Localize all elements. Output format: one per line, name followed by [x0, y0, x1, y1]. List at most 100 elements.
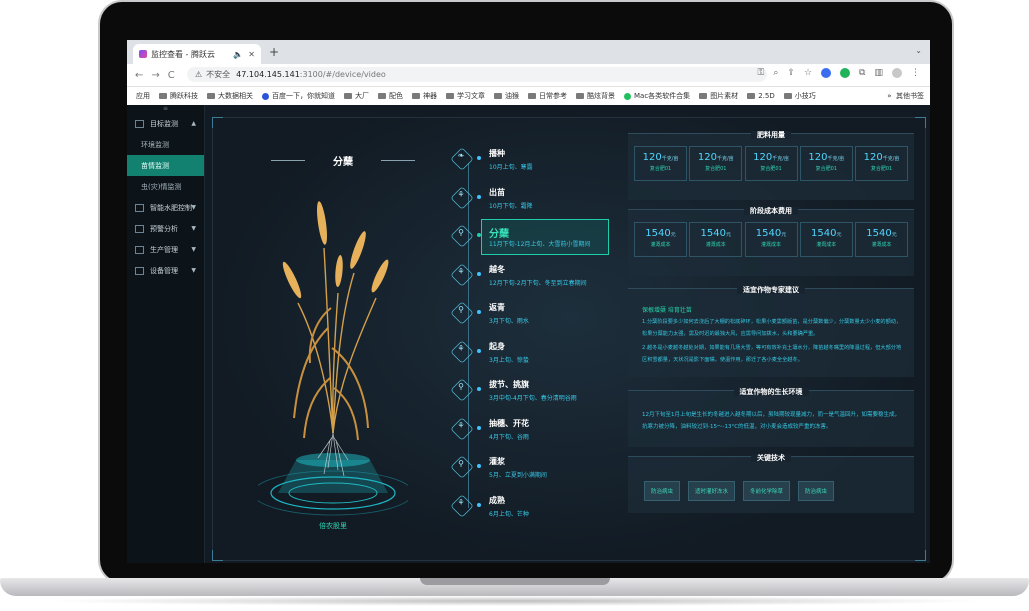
menu-icon[interactable]: ⋮: [911, 68, 920, 78]
browser-tab[interactable]: 监控查看 - 腾跃云 🔈 ✕: [133, 44, 261, 64]
plant-stage-icon: ⚲: [458, 305, 464, 314]
wechat-icon: [624, 92, 631, 100]
bookmark-label: 日常参考: [539, 92, 567, 100]
timeline-stage[interactable]: ⚘ 抽穗、开花 4月下旬、谷雨: [450, 416, 631, 448]
other-bookmarks: 其他书签: [896, 92, 924, 100]
tech-tag[interactable]: 防治病虫: [644, 481, 681, 501]
cost-card-label: 灌溉成本: [816, 242, 837, 248]
fertilizer-card-value: 120: [697, 152, 717, 163]
sidebar-item-seedling[interactable]: 苗情监测: [127, 155, 204, 176]
timeline-stage[interactable]: ⚲ 返青 3月下旬、雨水: [450, 301, 631, 332]
tech-tag[interactable]: 防治病虫: [798, 481, 835, 501]
sidepanel-icon[interactable]: ▥: [874, 68, 883, 78]
new-tab-button[interactable]: +: [269, 45, 279, 59]
production-icon: [135, 245, 144, 254]
timeline-stage[interactable]: ⚘ 起身 3月上旬、惊蛰: [450, 339, 631, 371]
environment-title: 适宜作物的生长环境: [733, 388, 809, 396]
sidebar-group-warning[interactable]: 预警分析 ▼: [127, 218, 204, 239]
bookmark-item[interactable]: 应用: [127, 91, 150, 112]
bookmark-item[interactable]: 大厂: [344, 91, 369, 101]
bookmark-item[interactable]: Mac各类软件合集: [624, 91, 690, 101]
url-path: :3100/#/device/video: [299, 70, 386, 79]
fertilizer-cards: 120千克/亩 复合肥01 120千克/亩 复合肥01 120千克/亩 复合肥01 120千…: [628, 140, 914, 181]
bookmark-item[interactable]: 油猴: [494, 91, 519, 101]
speaker-icon[interactable]: 🔈: [233, 50, 243, 59]
sidebar-group-device[interactable]: 设备管理 ▼: [127, 260, 204, 281]
bookmarks-overflow[interactable]: » 其他书签: [887, 91, 924, 101]
timeline-stage[interactable]: ⚘ 成熟 6月上旬、芒种: [450, 493, 631, 525]
environment-panel: 适宜作物的生长环境 12月下旬至1月上旬是生长的冬越进入越冬期以后，虽陆期较现量…: [628, 388, 914, 447]
tech-tag[interactable]: 适时灌好冻水: [688, 481, 736, 501]
plant-stage-icon: ⚘: [457, 189, 465, 199]
bookmark-item[interactable]: 小技巧: [783, 91, 816, 101]
bookmark-item[interactable]: 神器: [412, 91, 437, 101]
fertilizer-card-unit: 千克/亩: [772, 156, 789, 162]
bookmark-item[interactable]: 大数据相关: [207, 91, 253, 101]
cost-card-unit: 元: [725, 232, 731, 238]
bookmark-item[interactable]: 日常参考: [528, 91, 567, 101]
stage-description: 10月下旬、霜降: [489, 202, 533, 210]
timeline-stage[interactable]: ❧ 播种 10月上旬、寒露: [450, 147, 631, 178]
timeline-stage[interactable]: ⚲ 分蘖 11月下旬-12月上旬、大雪前小雪期间: [450, 219, 631, 255]
bookmark-item[interactable]: 图片素材: [699, 91, 738, 101]
timeline-dot: [477, 156, 481, 160]
crop-stage-title: 分蘖: [271, 153, 415, 168]
sidebar-group-production[interactable]: 生产管理 ▼: [127, 239, 204, 260]
cost-card-unit: 元: [836, 232, 842, 238]
bookmark-item[interactable]: 腾跃科技: [159, 91, 198, 101]
wechat-icon[interactable]: [840, 68, 851, 78]
key-icon[interactable]: ⚿: [758, 68, 765, 78]
url-input[interactable]: ⚠ 不安全 47.104.145.141 :3100/#/device/vide…: [187, 67, 767, 82]
tech-tag[interactable]: 冬前化学除草: [743, 481, 791, 501]
stage-description: 3月中旬-4月下旬、春分清明谷雨: [489, 395, 577, 402]
reload-button[interactable]: C: [168, 70, 175, 81]
plant-stage-icon: ❧: [457, 151, 465, 160]
chevron-down-icon: ▼: [191, 246, 196, 253]
timeline-stage[interactable]: ⚲ 拔节、挑旗 3月中旬-4月下旬、春分清明谷雨: [450, 378, 631, 409]
tech-tags: 防治病虫 适时灌好冻水 冬前化学除草 防治病虫: [628, 463, 914, 501]
bookmark-label: Mac各类软件合集: [634, 92, 691, 100]
bookmarks-bar: 应用 腾跃科技 大数据相关 百度一下，你就知道 大厂 配色 神器 学习文章 油猴 日常参考 酷炫背景…: [127, 87, 930, 112]
timeline-stage[interactable]: ⚲ 灌浆 5月、立夏到小满期间: [450, 455, 631, 486]
extension-icon[interactable]: [821, 68, 832, 78]
sidebar-group-irrigation[interactable]: 智能水肥控制 ▼: [127, 197, 204, 218]
timeline-stage[interactable]: ⚘ 出苗 10月下旬、霜降: [450, 185, 631, 217]
close-tab-icon[interactable]: ✕: [248, 50, 255, 59]
fertilizer-card-value-wrap: 120千克/亩: [801, 152, 852, 163]
forward-button[interactable]: →: [151, 70, 159, 81]
bookmark-item[interactable]: 2.5D: [747, 92, 775, 100]
tech-title: 关键技术: [751, 454, 791, 462]
environment-text: 12月下旬至1月上旬是生长的冬越进入越冬期以后，虽陆期较现量减力，而一是气温回升…: [642, 412, 901, 430]
fertilizer-card-unit: 千克/亩: [661, 156, 679, 162]
stage-name: 抽穗、开花: [489, 418, 529, 428]
sidebar-toggle[interactable]: ≡: [127, 105, 204, 113]
bookmark-item[interactable]: 配色: [378, 91, 403, 101]
bookmark-item[interactable]: 酷炫背景: [576, 91, 615, 101]
fertilizer-card-label: 复合肥01: [760, 166, 782, 172]
zoom-icon[interactable]: ⌕: [773, 68, 778, 78]
frame-corner: [915, 117, 926, 128]
timeline-dot: [477, 387, 481, 391]
bookmark-item[interactable]: 学习文章: [446, 91, 485, 101]
url-host: 47.104.145.141: [236, 70, 300, 79]
sidebar-group-monitor[interactable]: 目标监测 ▲: [127, 113, 204, 134]
bookmark-item[interactable]: 百度一下，你就知道: [262, 91, 335, 101]
back-button[interactable]: ←: [135, 70, 143, 81]
timeline-dot: [477, 271, 481, 276]
timeline-stage[interactable]: ⚘ 越冬 12月下旬-2月下旬、冬至到立春期间: [450, 262, 631, 294]
sidebar-item-pest[interactable]: 虫(灾)情监测: [127, 176, 204, 197]
timeline-dot: [477, 194, 481, 199]
sidebar: ≡ 目标监测 ▲ 环境监测 苗情监测 虫(灾)情监测 智能水肥控制 ▼ 预警分析: [127, 105, 205, 563]
profile-avatar[interactable]: [892, 68, 902, 78]
cost-title: 阶段成本费用: [744, 207, 798, 215]
sidebar-item-environment[interactable]: 环境监测: [127, 134, 204, 155]
star-icon[interactable]: ☆: [804, 68, 812, 78]
fertilizer-card-value: 120: [642, 152, 662, 163]
tab-search-icon[interactable]: ⌄: [915, 46, 922, 55]
stage-description: 6月上旬、芒种: [489, 510, 529, 518]
sidebar-group-label: 预警分析: [150, 224, 178, 233]
sidebar-group-label: 生产管理: [150, 245, 178, 254]
bookmark-label: 应用: [136, 92, 150, 100]
puzzle-icon[interactable]: ⧉: [859, 68, 865, 78]
share-icon[interactable]: ⇪: [787, 68, 795, 78]
